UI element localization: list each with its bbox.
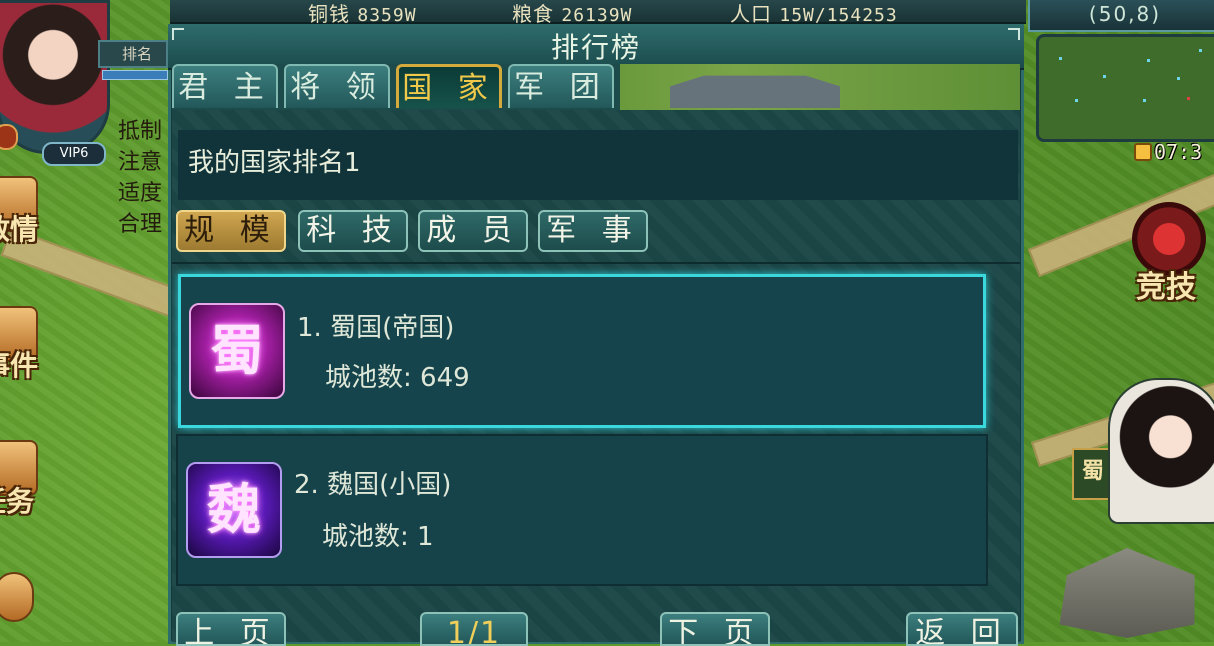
ranking-entry[interactable]: 蜀 1. 蜀国(帝国) 城池数: 649 — [178, 274, 986, 428]
subtab-scale[interactable]: 规 模 — [176, 210, 286, 252]
enemy-intel-label[interactable]: 敌情 — [0, 208, 38, 248]
food-resource: 粮食 26139W — [512, 2, 633, 26]
vip-badge[interactable]: VIP6 — [42, 142, 106, 166]
notice-line: 适度 — [118, 181, 163, 206]
population-resource: 人口 15W/154253 — [730, 2, 898, 26]
resource-bar: 铜钱 8359W 粮食 26139W 人口 15W/154253 — [170, 0, 1026, 26]
notice-line: 合理 — [118, 212, 163, 237]
rank-progress-bar — [102, 70, 168, 80]
rank-box[interactable]: 排名 — [98, 40, 168, 68]
arena-label[interactable]: 竞技 — [1136, 262, 1196, 306]
minimap-marker — [1147, 59, 1150, 62]
level-badge — [0, 124, 18, 150]
game-clock: 07:3 — [1134, 140, 1202, 164]
horn-icon[interactable] — [0, 572, 34, 622]
next-page-button[interactable]: 下 页 — [660, 612, 770, 646]
tab-general[interactable]: 将 领 — [284, 64, 390, 108]
notice-line: 注意 — [118, 150, 163, 175]
notice-line: 抵制 — [118, 119, 163, 144]
minimap[interactable] — [1036, 34, 1214, 142]
map-coordinates[interactable]: (50,8) — [1028, 0, 1214, 32]
page-indicator: 1/1 — [420, 612, 528, 646]
advisor-portrait[interactable] — [1108, 378, 1214, 524]
minimap-marker — [1177, 77, 1180, 80]
city-count: 城池数: 1 — [322, 522, 434, 552]
subtab-members[interactable]: 成 员 — [418, 210, 528, 252]
subtab-military[interactable]: 军 事 — [538, 210, 648, 252]
tab-ruler[interactable]: 君 主 — [172, 64, 278, 108]
nation-name: 1. 蜀国(帝国) — [297, 313, 455, 343]
event-label[interactable]: 事件 — [0, 344, 38, 384]
minimap-marker — [1187, 97, 1190, 100]
minimap-marker — [1103, 75, 1106, 78]
clock-icon — [1134, 143, 1152, 161]
divider — [172, 262, 1020, 264]
wei-emblem-icon: 魏 — [186, 462, 282, 558]
corner-ornament — [1008, 28, 1020, 40]
prev-page-button[interactable]: 上 页 — [176, 612, 286, 646]
corner-ornament — [172, 28, 184, 40]
ranking-entry[interactable]: 魏 2. 魏国(小国) 城池数: 1 — [176, 434, 988, 586]
my-nation-rank: 我的国家排名1 — [178, 130, 1018, 200]
subtab-tech[interactable]: 科 技 — [298, 210, 408, 252]
tab-nation[interactable]: 国 家 — [396, 64, 502, 108]
copper-resource: 铜钱 8359W — [308, 2, 417, 26]
minimap-marker — [1075, 99, 1078, 102]
back-button[interactable]: 返 回 — [906, 612, 1018, 646]
nation-name: 2. 魏国(小国) — [294, 470, 452, 500]
minimap-marker — [1143, 99, 1146, 102]
minimap-marker — [1059, 57, 1062, 60]
tab-legion[interactable]: 军 团 — [508, 64, 614, 108]
city-count: 城池数: 649 — [325, 363, 470, 393]
quest-label[interactable]: 任务 — [0, 480, 34, 520]
shu-emblem-icon: 蜀 — [189, 303, 285, 399]
minimap-marker — [1199, 49, 1202, 52]
panel-title: 排行榜 — [550, 31, 641, 64]
